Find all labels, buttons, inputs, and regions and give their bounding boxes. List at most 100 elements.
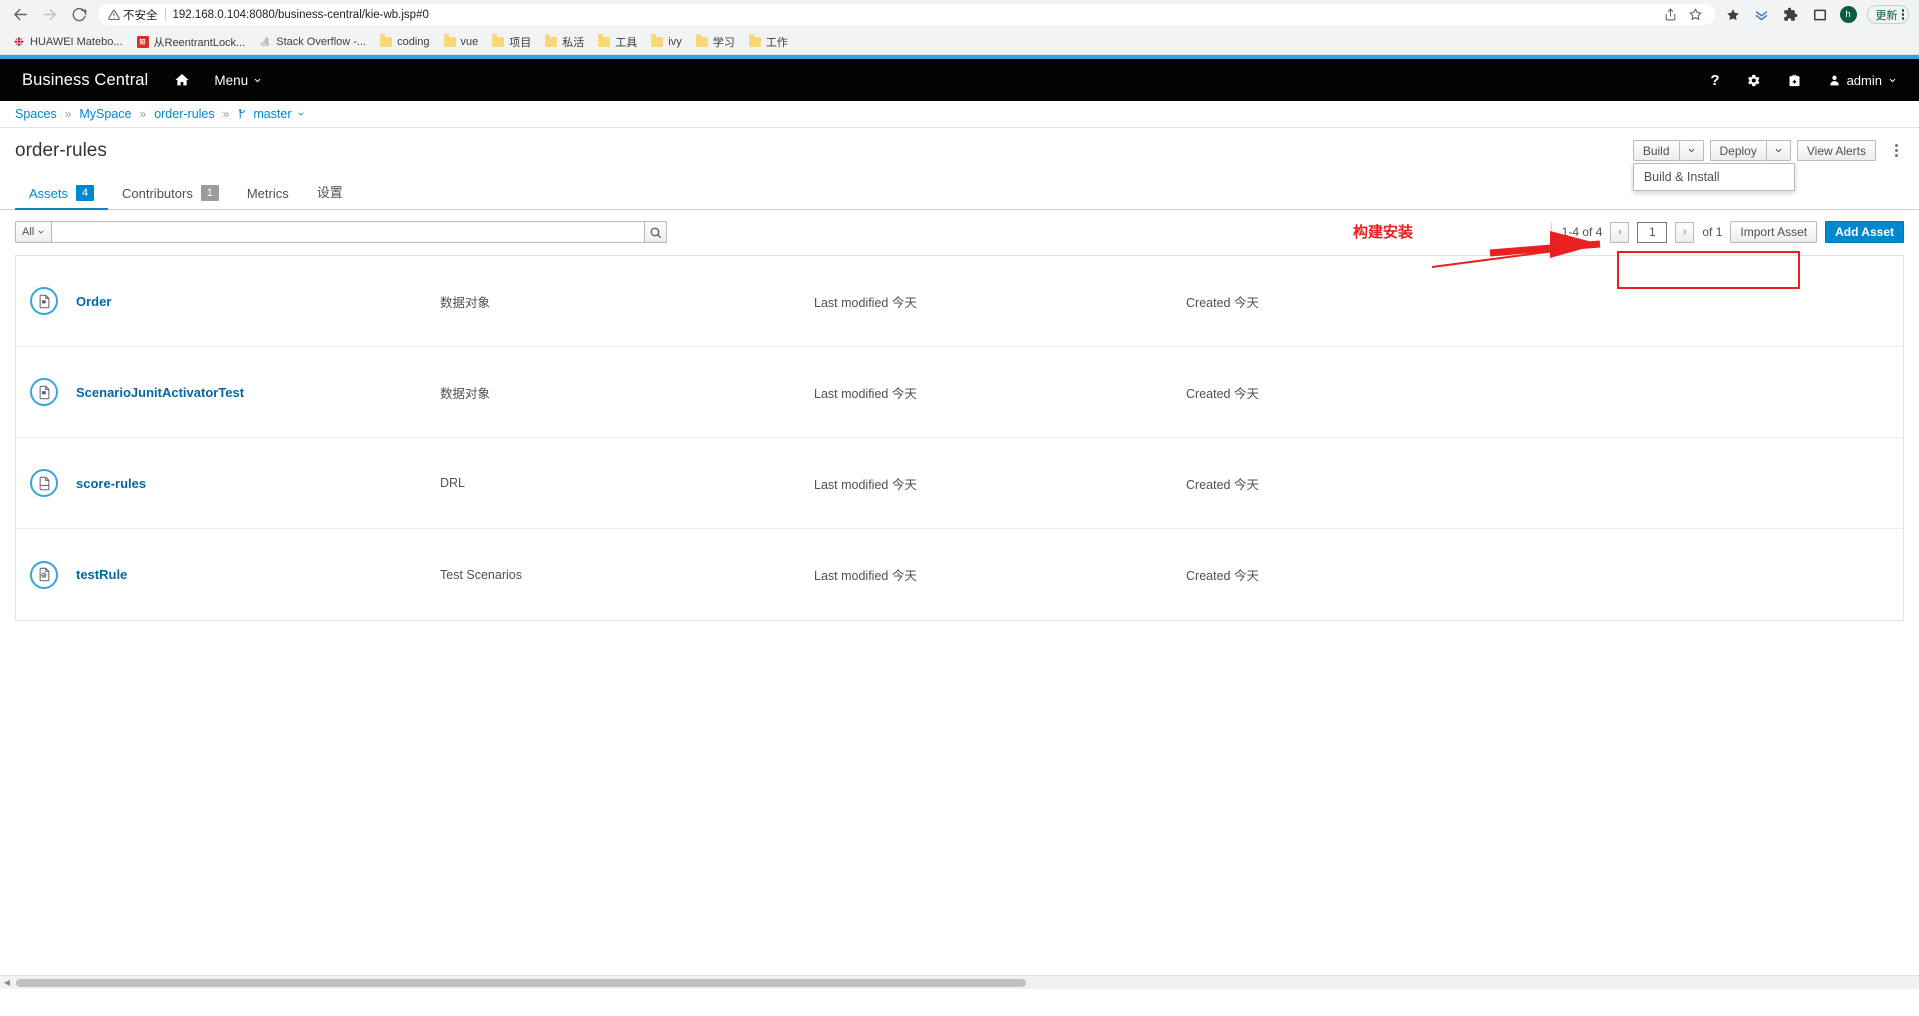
menu-item-build-and-install[interactable]: Build & Install [1634, 164, 1794, 190]
sidebar-panel-icon[interactable] [1811, 6, 1829, 24]
chevron-right-icon [1681, 228, 1689, 236]
gear-icon[interactable] [1746, 73, 1761, 88]
bookmark-folder-coding[interactable]: coding [373, 34, 436, 50]
deploy-dropdown-toggle[interactable] [1767, 140, 1791, 161]
vertical-dots-icon[interactable] [1902, 9, 1905, 20]
import-asset-button[interactable]: Import Asset [1730, 221, 1817, 243]
chevron-down-icon [1687, 146, 1696, 155]
status-badge: 4 [76, 185, 94, 201]
stackoverflow-favicon [259, 36, 271, 48]
bookmark-folder-ivy[interactable]: ivy [644, 34, 688, 50]
scrollbar-thumb[interactable] [16, 979, 1026, 987]
breadcrumb-item-myspace[interactable]: MySpace [79, 107, 131, 121]
bookmark-folder-xuexi[interactable]: 学习 [689, 32, 742, 52]
asset-type: 数据对象 [440, 383, 814, 402]
tab-contributors[interactable]: Contributors 1 [108, 179, 233, 209]
add-asset-button[interactable]: Add Asset [1825, 221, 1904, 243]
warning-triangle-icon [108, 9, 120, 21]
back-icon[interactable] [6, 0, 35, 29]
avatar[interactable]: h [1840, 6, 1857, 23]
deploy-button[interactable]: Deploy [1710, 140, 1767, 161]
bookmark-huawei[interactable]: ❉ HUAWEI Matebo... [6, 34, 130, 50]
chevron-down-icon [1888, 76, 1897, 85]
asset-created: Created 今天 [1186, 383, 1259, 402]
asset-name-link[interactable]: Order [76, 294, 440, 309]
tab-assets[interactable]: Assets 4 [15, 179, 108, 209]
red-arrow-icon [1430, 225, 1650, 271]
tab-settings[interactable]: 设置 [303, 176, 357, 209]
data-object-icon [30, 378, 58, 406]
vertical-dots-icon[interactable] [1887, 140, 1905, 161]
asset-list: Order 数据对象 Last modified 今天 Created 今天 S… [15, 255, 1904, 621]
bookmark-folder-sihuo[interactable]: 私活 [538, 32, 591, 52]
bookmark-stackoverflow[interactable]: Stack Overflow -... [252, 34, 373, 50]
star-outline-icon[interactable] [1687, 6, 1705, 24]
bookmark-folder-gongju[interactable]: 工具 [591, 32, 644, 52]
magnifier-icon [649, 226, 662, 239]
scroll-left-arrow-icon[interactable]: ◀ [0, 976, 14, 990]
user-menu[interactable]: admin [1828, 73, 1897, 88]
tab-label: 设置 [317, 182, 343, 201]
address-bar[interactable]: 不安全 192.168.0.104:8080/business-central/… [98, 4, 1715, 25]
breadcrumb-item-spaces[interactable]: Spaces [15, 107, 57, 121]
asset-created: Created 今天 [1186, 292, 1259, 311]
search-button[interactable] [645, 221, 667, 243]
menu-button[interactable]: Menu [214, 73, 262, 88]
build-button[interactable]: Build [1633, 140, 1680, 161]
breadcrumb-separator: » [65, 107, 72, 121]
deploy-button-group: Deploy [1710, 140, 1791, 161]
table-row[interactable]: score-rules DRL Last modified 今天 Created… [16, 438, 1903, 529]
asset-name-link[interactable]: ScenarioJunitActivatorTest [76, 385, 440, 400]
asset-name-link[interactable]: score-rules [76, 476, 440, 491]
browser-chrome: 不安全 192.168.0.104:8080/business-central/… [0, 0, 1919, 55]
breadcrumb: Spaces » MySpace » order-rules » master [0, 101, 1919, 128]
page-actions: Build Build & Install Deploy View Alerts [1633, 140, 1905, 161]
red-favicon: 知 [137, 36, 149, 48]
bookmark-label: ivy [668, 36, 681, 48]
update-button[interactable]: 更新 [1867, 5, 1910, 24]
home-icon[interactable] [174, 72, 190, 88]
bookmark-folder-vue[interactable]: vue [437, 34, 486, 50]
status-badge: 1 [201, 185, 219, 201]
branch-selector[interactable]: master [237, 107, 304, 121]
folder-icon [696, 37, 708, 47]
horizontal-scrollbar[interactable]: ◀ [0, 975, 1919, 989]
pagination-total: of 1 [1702, 225, 1722, 239]
share-icon[interactable] [1662, 6, 1680, 24]
huawei-favicon: ❉ [13, 36, 25, 48]
tab-label: Contributors [122, 186, 193, 201]
asset-created: Created 今天 [1186, 474, 1259, 493]
build-dropdown-toggle[interactable] [1680, 140, 1704, 161]
asset-name-link[interactable]: testRule [76, 567, 440, 582]
table-row[interactable]: testRule Test Scenarios Last modified 今天… [16, 529, 1903, 620]
bookmark-reentrantlock[interactable]: 知 从ReentrantLock... [130, 32, 253, 52]
build-button-group: Build Build & Install [1633, 140, 1704, 161]
view-alerts-button[interactable]: View Alerts [1797, 140, 1876, 161]
bookmark-label: 学习 [713, 34, 735, 50]
build-dropdown-menu: Build & Install [1633, 163, 1795, 191]
search-input[interactable] [51, 221, 645, 243]
forward-icon[interactable] [35, 0, 64, 29]
help-icon[interactable]: ? [1710, 72, 1719, 89]
pagination-next-button[interactable] [1675, 222, 1694, 243]
asset-type-select-value: All [22, 226, 34, 238]
app-body: Business Central Menu ? admin Spaces » [0, 55, 1919, 989]
app-brand: Business Central [22, 71, 148, 90]
table-row[interactable]: ScenarioJunitActivatorTest 数据对象 Last mod… [16, 347, 1903, 438]
menu-label: Menu [214, 73, 248, 88]
folder-icon [651, 37, 663, 47]
bookmark-folder-xiangmu[interactable]: 项目 [485, 32, 538, 52]
chevron-down-icon [37, 228, 45, 236]
extensions-puzzle-icon[interactable] [1782, 6, 1800, 24]
breadcrumb-item-order-rules[interactable]: order-rules [154, 107, 214, 121]
downloads-icon[interactable] [1753, 6, 1771, 24]
asset-type-select[interactable]: All [15, 221, 51, 243]
bookmarks-bar: ❉ HUAWEI Matebo... 知 从ReentrantLock... S… [0, 29, 1919, 54]
folder-icon [749, 37, 761, 47]
bookmarks-star-icon[interactable] [1724, 6, 1742, 24]
reload-icon[interactable] [64, 0, 93, 29]
toolkit-icon[interactable] [1787, 73, 1802, 88]
chevron-down-icon [1774, 146, 1783, 155]
bookmark-folder-gongzuo[interactable]: 工作 [742, 32, 795, 52]
tab-metrics[interactable]: Metrics [233, 180, 303, 209]
